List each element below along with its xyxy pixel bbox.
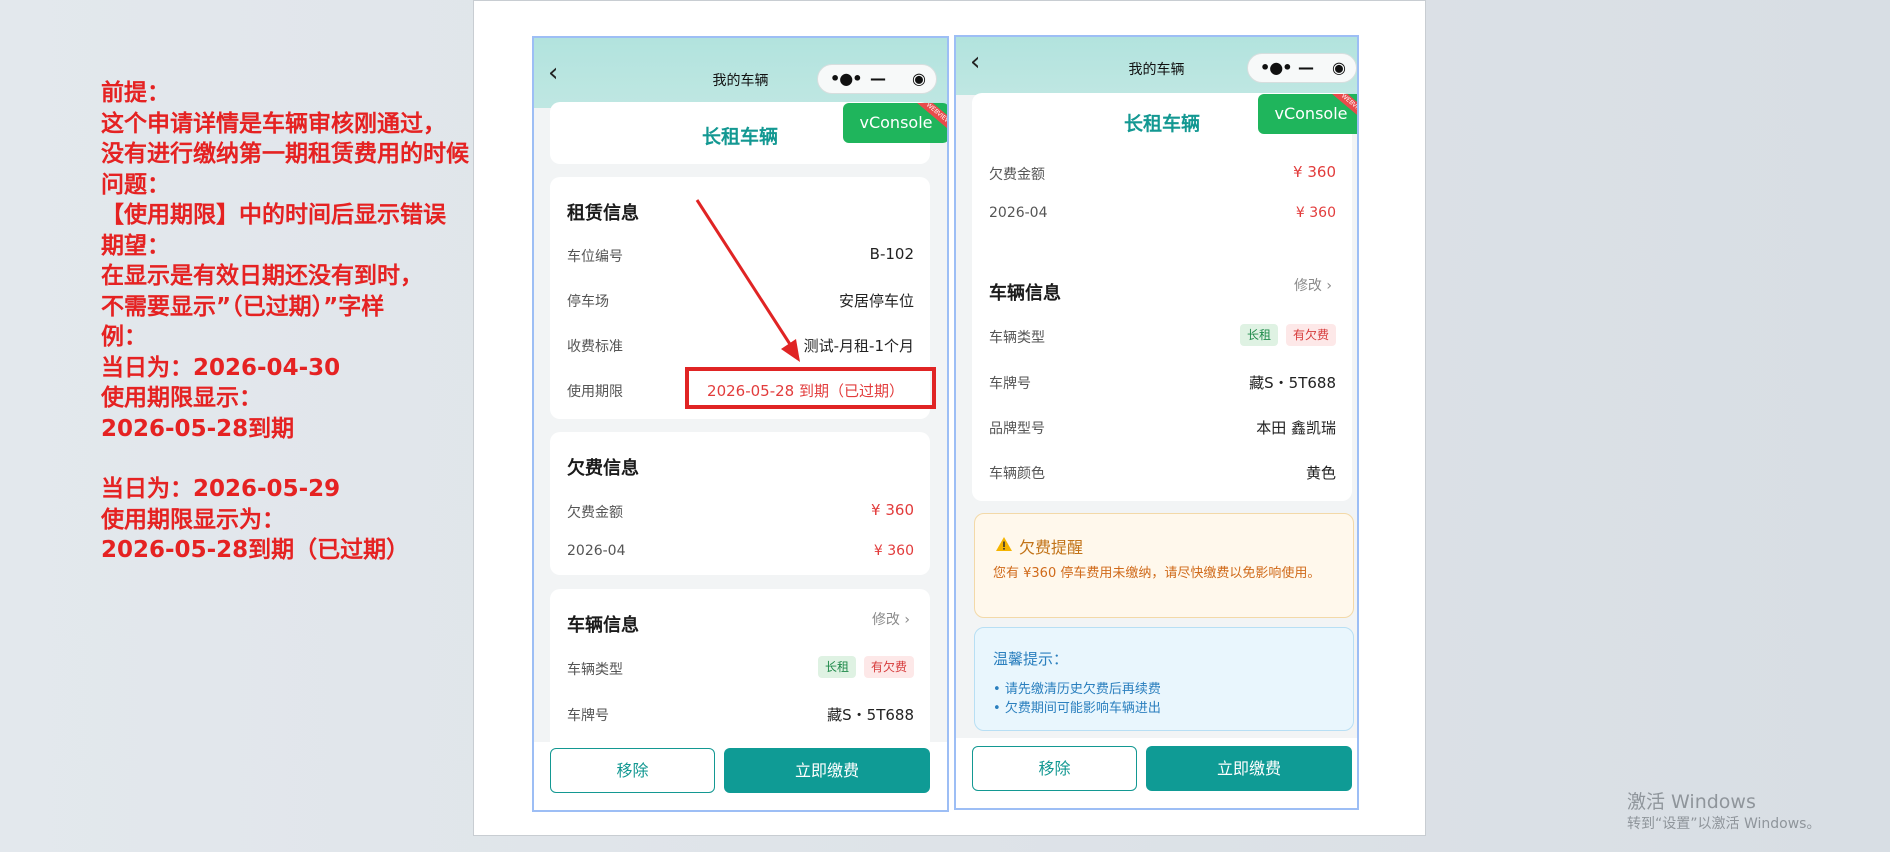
more-icon[interactable]: •●• — [830, 69, 862, 88]
note-line: 在显示是有效日期还没有到时， — [101, 263, 423, 289]
row-label: 品牌型号 — [989, 421, 1045, 437]
section-title: 车辆信息 — [989, 283, 1061, 304]
remove-button[interactable]: 移除 — [550, 748, 715, 793]
close-circle-icon[interactable]: ◉ — [1332, 58, 1346, 77]
tips-card: 温馨提示： • 请先缴清历史欠费后再续费 • 欠费期间可能影响车辆进出 — [974, 627, 1354, 731]
tips-title: 温馨提示： — [993, 650, 1069, 668]
note-line: 期望： — [101, 232, 170, 259]
edit-link[interactable]: 修改 › — [1294, 275, 1332, 295]
row-value: 本田 鑫凯瑞 — [1256, 419, 1336, 437]
phone-screen-left: ‹ 我的车辆 •●• — ◉ 长租车辆 vConsole WEBVIEW 租赁信… — [532, 36, 949, 812]
tip-item: • 请先缴清历史欠费后再续费 — [993, 682, 1161, 697]
tag-long-term: 长租 — [817, 656, 856, 678]
capsule-menu[interactable]: •●• — ◉ — [1247, 53, 1357, 83]
nav-bar: ‹ 我的车辆 •●• — ◉ — [956, 37, 1357, 95]
chevron-right-icon: › — [904, 612, 910, 628]
close-circle-icon[interactable]: ◉ — [912, 69, 926, 88]
tip-item: • 欠费期间可能影响车辆进出 — [993, 701, 1161, 716]
note-line: 2026-05-28到期 — [101, 415, 295, 442]
row-value: 藏S・5T688 — [1249, 374, 1336, 392]
vconsole-button[interactable]: vConsole WEBVIEW — [843, 103, 947, 143]
row-label: 车辆类型 — [567, 662, 623, 678]
warning-title: 欠费提醒 — [1019, 538, 1084, 557]
edit-label: 修改 — [1293, 278, 1322, 294]
row-value: ¥ 360 — [1293, 163, 1336, 181]
note-line: 【使用期限】中的时间后显示错误 — [101, 202, 446, 228]
tag-arrears: 有欠费 — [1285, 324, 1336, 346]
row-value: 安居停车位 — [838, 292, 914, 310]
activation-watermark-title: 激活 Windows — [1627, 791, 1756, 813]
tip-text: 请先缴清历史欠费后再续费 — [1004, 682, 1161, 697]
note-line: 当日为：2026-05-29 — [101, 476, 341, 502]
row-label: 欠费金额 — [989, 167, 1045, 183]
note-line: 不需要显示”（已过期）”字样 — [101, 293, 385, 320]
row-label: 2026-04 — [989, 205, 1048, 221]
minimize-icon[interactable]: — — [870, 69, 886, 88]
row-label: 车牌号 — [989, 376, 1031, 392]
tip-text: 欠费期间可能影响车辆进出 — [1004, 701, 1161, 716]
bottom-action-bar: 移除 立即缴费 — [956, 738, 1357, 808]
note-line: 当日为：2026-04-30 — [101, 354, 341, 381]
more-icon[interactable]: •●• — [1260, 58, 1292, 77]
row-value: B-102 — [869, 245, 914, 263]
row-label: 收费标准 — [567, 339, 623, 355]
warning-icon — [996, 537, 1012, 551]
section-title: 车辆信息 — [567, 615, 639, 636]
section-title: 租赁信息 — [567, 203, 639, 224]
note-line: 问题： — [101, 171, 170, 198]
arrears-warning-card: 欠费提醒 您有 ¥360 停车费用未缴纳，请尽快缴费以免影响使用。 — [974, 513, 1354, 618]
capsule-menu[interactable]: •●• — ◉ — [817, 64, 937, 94]
vconsole-label: vConsole — [859, 113, 933, 132]
annotation-highlight-box — [685, 367, 936, 409]
edit-link[interactable]: 修改 › — [872, 609, 910, 629]
note-line: 这个申请详情是车辆审核刚通过， — [101, 110, 446, 137]
remove-button[interactable]: 移除 — [972, 746, 1137, 791]
vehicle-info-card: 车辆信息 修改 › 车辆类型 长租 有欠费 车牌号 藏S・5T688 品牌型号 … — [972, 255, 1352, 501]
pay-now-button[interactable]: 立即缴费 — [1146, 746, 1352, 791]
note-spacer — [101, 444, 501, 474]
note-line: 使用期限显示： — [101, 385, 262, 411]
chevron-right-icon: › — [1326, 278, 1332, 294]
vconsole-label: vConsole — [1274, 104, 1348, 123]
nav-bar: ‹ 我的车辆 •●• — ◉ — [534, 38, 947, 108]
note-line: 前提： — [101, 80, 170, 106]
vconsole-button[interactable]: vConsole WEBVIEW — [1258, 94, 1357, 134]
row-label: 车牌号 — [567, 708, 609, 724]
row-value: ¥ 360 — [1295, 205, 1336, 221]
section-title: 欠费信息 — [567, 458, 639, 479]
row-label: 车辆类型 — [989, 330, 1045, 346]
pay-now-button[interactable]: 立即缴费 — [724, 748, 930, 793]
row-value: 藏S・5T688 — [827, 706, 914, 724]
note-line: 没有进行缴纳第一期租赁费用的时候 — [101, 141, 469, 167]
row-label: 停车场 — [567, 294, 609, 310]
row-label: 使用期限 — [567, 384, 623, 400]
warning-text: 您有 ¥360 停车费用未缴纳，请尽快缴费以免影响使用。 — [993, 566, 1321, 581]
row-label: 2026-04 — [567, 543, 626, 559]
edit-label: 修改 — [871, 612, 900, 628]
phone-screen-right: ‹ 我的车辆 •●• — ◉ 长租车辆 欠费金额 ¥ 360 2026-04 ¥… — [954, 35, 1359, 810]
row-value: 测试-月租-1个月 — [803, 337, 914, 355]
note-line: 2026-05-28到期（已过期） — [101, 537, 410, 563]
note-line: 例： — [101, 324, 147, 350]
tag-long-term: 长租 — [1239, 324, 1278, 346]
row-label: 车位编号 — [567, 249, 623, 265]
note-line: 使用期限显示为： — [101, 506, 285, 533]
activation-watermark-subtitle: 转到“设置”以激活 Windows。 — [1627, 816, 1821, 832]
tag-arrears: 有欠费 — [863, 656, 914, 678]
row-value: 黄色 — [1305, 464, 1336, 482]
minimize-icon[interactable]: — — [1298, 58, 1314, 77]
row-value: ¥ 360 — [873, 543, 914, 559]
row-label: 欠费金额 — [567, 505, 623, 521]
arrears-info-card: 欠费信息 欠费金额 ¥ 360 2026-04 ¥ 360 — [550, 432, 930, 575]
row-label: 车辆颜色 — [989, 466, 1045, 482]
annotation-notes: 前提： 这个申请详情是车辆审核刚通过， 没有进行缴纳第一期租赁费用的时候 问题：… — [101, 78, 501, 566]
row-value: ¥ 360 — [871, 501, 914, 519]
bottom-action-bar: 移除 立即缴费 — [534, 742, 947, 810]
